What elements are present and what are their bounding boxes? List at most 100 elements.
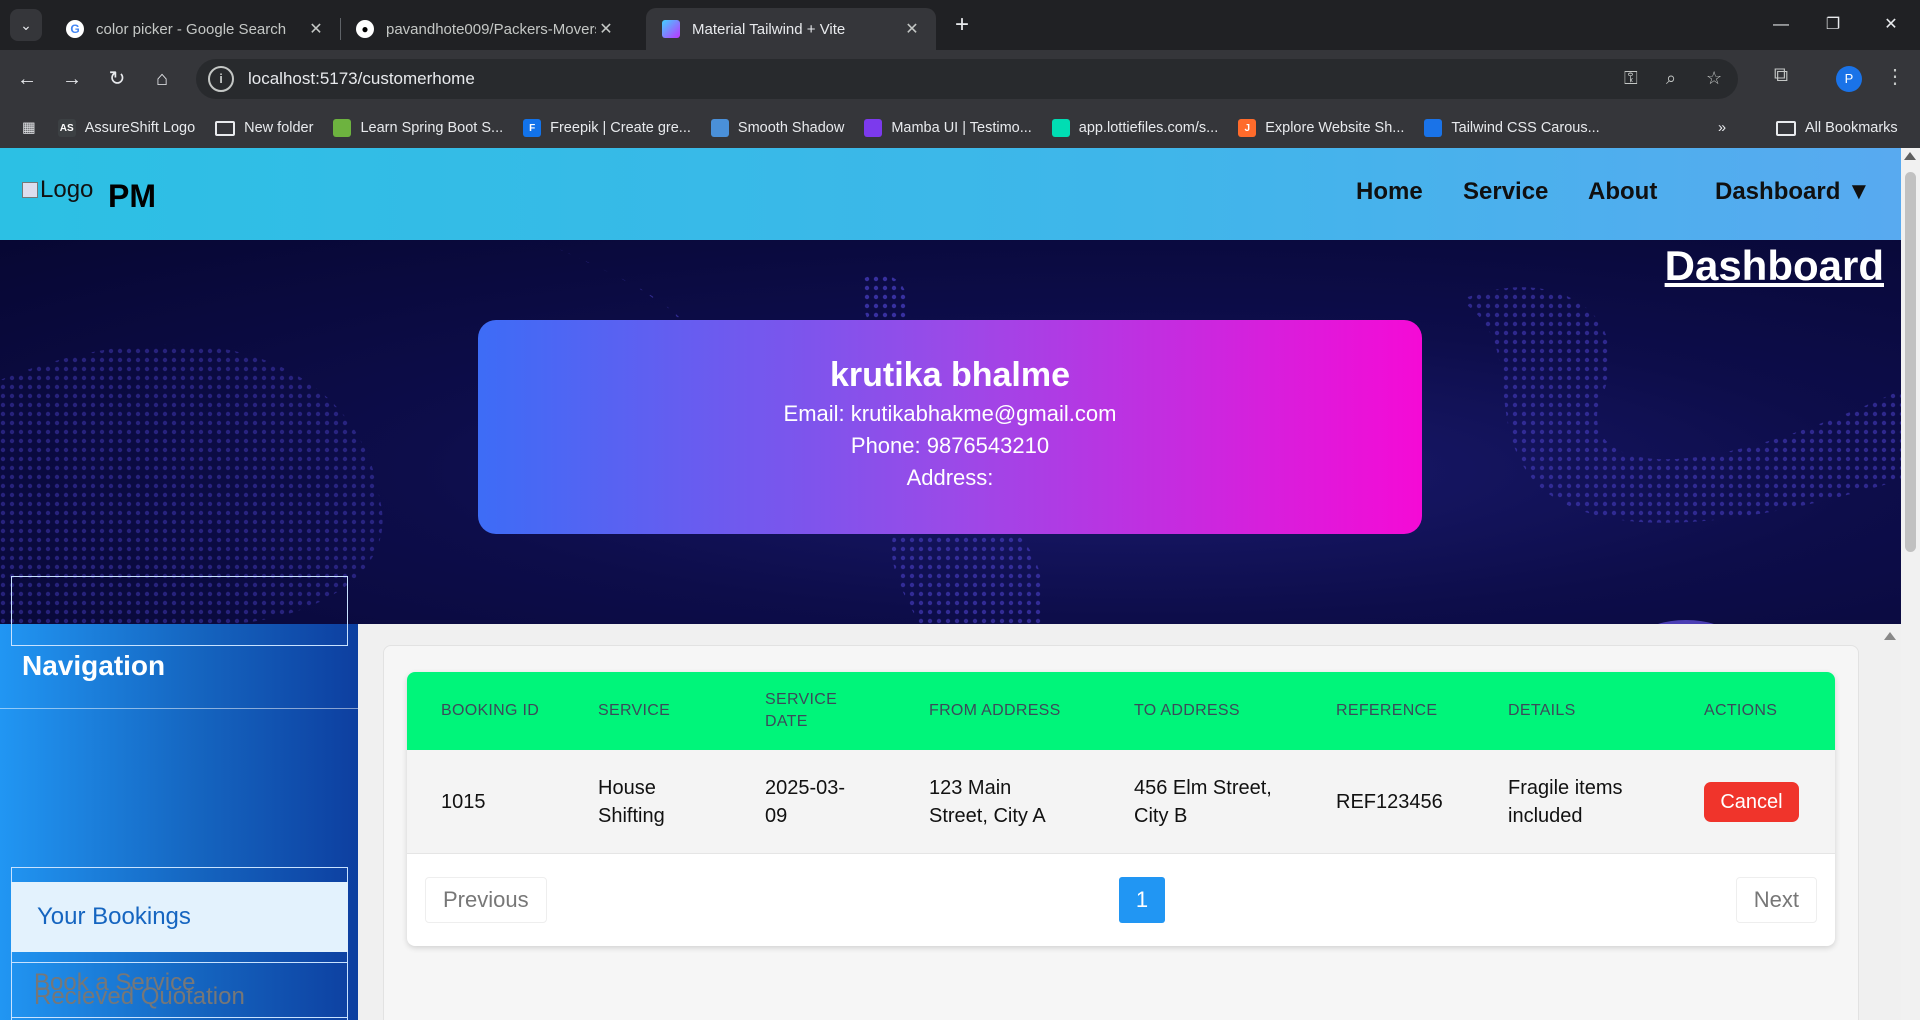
address-bar[interactable]: i localhost:5173/customerhome ⚿ ⌕ ☆ [196,59,1738,99]
divider [0,708,358,709]
profile-avatar[interactable]: P [1836,66,1862,92]
cell-service-date: 2025-03-09 [765,777,846,827]
sidebar-navigation: Navigation Login Form Book a Service [0,624,358,1020]
restore-icon[interactable]: ❐ [1810,10,1856,40]
star-icon[interactable]: ☆ [1706,68,1722,89]
logo-image[interactable]: Logo [22,176,93,204]
url-text[interactable]: localhost:5173/customerhome [248,69,475,89]
sidebar-item-your-bookings[interactable]: Your Bookings [11,882,348,952]
cell-to-address: 456 Elm Street, City B [1134,777,1272,827]
page-number-button[interactable]: 1 [1119,877,1165,923]
bookmark-item[interactable]: AS AssureShift Logo [57,119,195,137]
bookmark-label: Tailwind CSS Carous... [1451,120,1600,136]
tab-material-tailwind[interactable]: Material Tailwind + Vite ✕ [646,8,936,50]
nav-dashboard-dropdown[interactable]: Dashboard ▼ [1715,178,1871,206]
scroll-up-icon[interactable] [1904,152,1916,160]
browser-toolbar: ← → ↻ ⌂ i localhost:5173/customerhome ⚿ … [0,50,1920,108]
tab-title: color picker - Google Search [96,20,287,38]
key-icon[interactable]: ⚿ [1624,68,1638,89]
user-email: Email: krutikabhakme@gmail.com [783,401,1117,426]
minimize-icon[interactable]: — [1758,10,1804,40]
col-service: SERVICE [598,702,671,719]
inner-scroll-up-icon[interactable] [1884,632,1896,640]
nav-about-link[interactable]: About [1588,178,1657,206]
table-header: BOOKING ID SERVICE SERVICE DATE FROM ADD… [407,672,1835,750]
cell-booking-id: 1015 [441,791,486,813]
close-icon[interactable]: ✕ [306,19,326,39]
nav-service-link[interactable]: Service [1463,178,1548,206]
tab-title: Material Tailwind + Vite [692,20,846,38]
next-page-button[interactable]: Next [1735,877,1817,923]
bookmark-item[interactable]: J Explore Website Sh... [1238,119,1404,137]
bookmark-favicon-icon: AS [57,119,76,137]
bookmark-item[interactable]: Smooth Shadow [710,119,845,137]
reload-icon[interactable]: ↻ [102,64,132,94]
vite-icon [662,20,680,38]
bookmark-label: Smooth Shadow [737,120,845,136]
user-address: Address: [906,465,994,490]
bookmark-list: AS AssureShift Logo New folder Learn Spring… [57,119,1620,137]
brand-name[interactable]: PM [108,178,156,215]
cancel-button[interactable]: Cancel [1704,782,1799,822]
more-bookmarks-icon[interactable]: » [1718,120,1726,136]
sidebar-title: Navigation [22,650,166,681]
tab-google-search[interactable]: G color picker - Google Search ✕ [50,8,340,50]
folder-icon [1776,120,1796,136]
bookmark-label: Explore Website Sh... [1265,120,1405,136]
close-icon[interactable]: ✕ [596,19,616,39]
tab-search-button[interactable]: ⌄ [10,9,42,41]
more-vert-icon[interactable]: ⋮ [1880,64,1910,89]
close-icon[interactable]: ✕ [902,19,922,39]
google-g-icon: G [66,20,84,38]
new-tab-button[interactable]: + [948,12,976,40]
sidebar-item-recieved-quotation[interactable]: Recieved Quotation [11,962,348,1020]
page-scrollbar[interactable] [1901,148,1920,1020]
col-booking-id: BOOKING ID [441,702,540,719]
github-icon: ● [356,20,374,38]
bookmarks-bar: ▦ AS AssureShift Logo New folder Learn Spri… [0,108,1920,148]
user-profile-card: krutika bhalme Email: krutikabhakme@gmai… [478,320,1422,534]
col-actions: ACTIONS [1704,702,1778,719]
nav-home-link[interactable]: Home [1356,178,1423,206]
bookmark-item[interactable]: New folder [215,120,313,136]
col-service-date: SERVICE DATE [765,691,838,730]
col-details: DETAILS [1508,702,1576,719]
apps-grid-icon[interactable]: ▦ [22,120,36,136]
zoom-icon[interactable]: ⌕ [1666,68,1676,89]
close-window-icon[interactable]: ✕ [1868,10,1914,40]
forward-arrow-icon[interactable]: → [57,64,87,94]
bookmark-label: New folder [244,120,314,136]
sidebar-item-login-form-box [11,576,348,646]
browser-tabstrip: ⌄ G color picker - Google Search ✕ ● pav… [0,0,1920,50]
cell-service: House Shifting [598,777,665,827]
extensions-icon[interactable]: ⧉ [1766,64,1796,87]
previous-page-button[interactable]: Previous [425,877,547,923]
cell-details: Fragile items included [1508,777,1623,827]
folder-icon [215,120,236,136]
dashboard-heading: Dashboard [1664,242,1884,289]
bookmark-item[interactable]: Learn Spring Boot S... [333,119,503,137]
logo-alt-text: Logo [40,176,94,203]
scroll-thumb[interactable] [1905,172,1916,552]
col-reference: REFERENCE [1336,702,1438,719]
site-navbar: Logo PM Home Service About Dashboard ▼ [0,148,1901,240]
broken-image-icon [22,182,38,198]
bookmark-favicon-icon: F [523,119,542,137]
bookmark-favicon-icon [333,119,352,137]
bookmark-label: Freepik | Create gre... [550,120,691,136]
bookmark-label: Mamba UI | Testimo... [891,120,1032,136]
tab-github[interactable]: ● pavandhote009/Packers-Movers ✕ [340,8,630,50]
table-row: 1015 House Shifting 2025-03-09 123 Main … [407,750,1835,854]
bookmark-item[interactable]: app.lottiefiles.com/s... [1051,119,1218,137]
all-bookmarks[interactable]: All Bookmarks [1776,120,1898,136]
cell-reference: REF123456 [1336,791,1443,813]
bookmark-item[interactable]: F Freepik | Create gre... [523,119,691,137]
home-icon[interactable]: ⌂ [147,64,177,94]
col-from-address: FROM ADDRESS [929,702,1061,719]
user-phone: Phone: 9876543210 [850,433,1050,458]
site-info-icon[interactable]: i [208,66,234,92]
bookmark-item[interactable]: Mamba UI | Testimo... [864,119,1032,137]
bookmark-label: Learn Spring Boot S... [360,120,504,136]
bookmark-item[interactable]: Tailwind CSS Carous... [1424,119,1600,137]
back-arrow-icon[interactable]: ← [12,64,42,94]
